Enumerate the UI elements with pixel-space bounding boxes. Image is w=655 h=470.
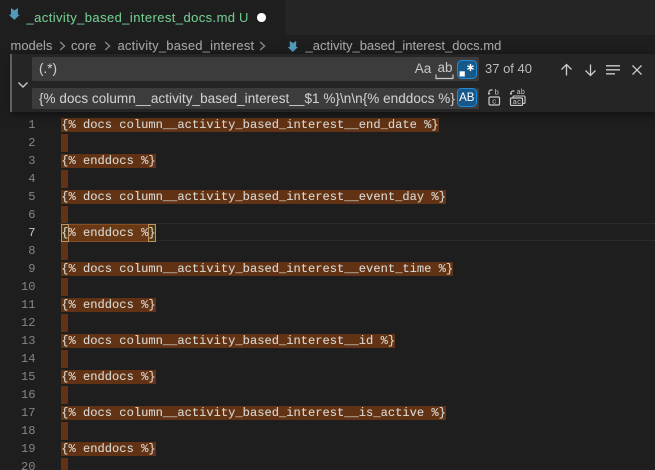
svg-text:b: b: [495, 90, 500, 98]
svg-text:c: c: [492, 99, 497, 106]
svg-text:ac: ac: [513, 99, 521, 106]
